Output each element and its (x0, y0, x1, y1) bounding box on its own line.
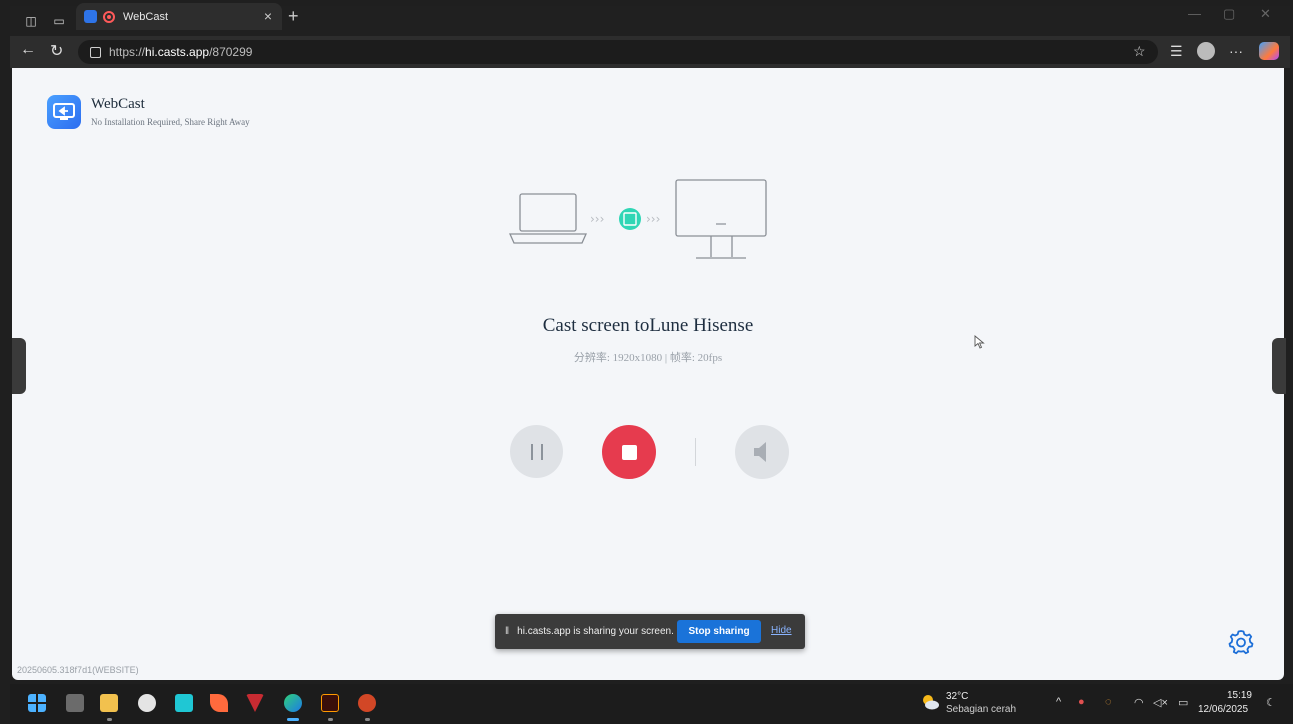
arrow-right-chevrons: ››› (646, 212, 660, 226)
illustrator-icon[interactable] (321, 694, 339, 712)
vivaldi-icon[interactable] (246, 694, 264, 712)
url-path: /870299 (209, 45, 253, 59)
cast-badge-icon (619, 208, 641, 230)
paint-icon[interactable] (138, 694, 156, 712)
tray-app-icon[interactable]: ● (1078, 696, 1085, 708)
clock-date[interactable]: 12/06/2025 (1198, 704, 1248, 715)
workspaces-icon[interactable]: ◫ (24, 14, 38, 28)
desktop-screen: ◫ ▭ WebCast × + — ▢ ✕ ← ↻ https://hi.cas… (0, 0, 1293, 724)
mouse-cursor-icon (974, 335, 985, 349)
wifi-icon[interactable]: ◠ (1134, 696, 1144, 709)
tab-webcast[interactable]: WebCast × (76, 3, 282, 30)
edge-active-indicator (287, 718, 299, 721)
refresh-icon[interactable]: ↻ (50, 41, 63, 61)
more-menu-icon[interactable]: ··· (1229, 43, 1243, 59)
right-sidebar-handle[interactable] (1272, 338, 1286, 394)
close-window-button[interactable]: ✕ (1260, 6, 1271, 22)
sharing-message: hi.casts.app is sharing your screen. (517, 626, 674, 637)
tray-sync-icon[interactable]: ◌ (1105, 696, 1112, 708)
edge-browser-icon[interactable] (284, 694, 302, 712)
controls-divider (695, 438, 696, 466)
url-host: hi.casts.app (145, 45, 210, 59)
stop-cast-button[interactable] (602, 425, 656, 479)
powerpoint-icon[interactable] (358, 694, 376, 712)
back-icon[interactable]: ← (20, 41, 36, 59)
tab-actions-icon[interactable]: ▭ (52, 14, 66, 28)
file-explorer-icon[interactable] (100, 694, 118, 712)
weather-partly-cloudy-icon[interactable] (920, 693, 940, 711)
pause-button[interactable] (510, 425, 563, 478)
powerpoint-indicator (365, 718, 370, 721)
clock-time[interactable]: 15:19 (1222, 690, 1252, 701)
url-field[interactable]: https://hi.casts.app/870299 (78, 40, 1158, 64)
webcast-logo-icon (47, 95, 81, 129)
drag-handle-icon[interactable]: ‖ (505, 626, 509, 637)
cast-target-title: Cast screen toLune Hisense (542, 315, 754, 336)
version-label: 20250605.318f7d1(WEBSITE) (17, 665, 139, 675)
cast-resolution-info: 分辨率: 1920x1080 | 帧率: 20fps (573, 352, 723, 364)
arrow-left-chevrons: ››› (590, 212, 604, 226)
copilot-icon[interactable] (1259, 42, 1279, 60)
task-view-icon[interactable] (66, 694, 84, 712)
tab-title: WebCast (123, 10, 169, 23)
lock-icon (90, 46, 101, 58)
favorites-list-icon[interactable]: ☰ (1170, 43, 1183, 60)
stop-sharing-button[interactable]: Stop sharing (677, 620, 761, 643)
pause-icon (530, 443, 533, 460)
screen-sharing-bar: ‖ hi.casts.app is sharing your screen. S… (495, 614, 805, 649)
battery-icon[interactable]: ▭ (1178, 696, 1188, 709)
tab-close-icon[interactable]: × (264, 8, 272, 24)
profile-avatar[interactable] (1197, 42, 1215, 60)
start-windows-icon[interactable] (28, 694, 46, 712)
left-sidebar-handle[interactable] (12, 338, 26, 394)
cast-illustration: ››› ››› (508, 179, 767, 259)
volume-muted-icon[interactable]: ◁× (1153, 696, 1168, 709)
brand-name: WebCast (91, 96, 145, 112)
webcast-page: WebCast No Installation Required, Share … (12, 68, 1284, 680)
volume-button[interactable] (735, 425, 789, 479)
recording-icon (103, 10, 115, 23)
file-explorer-indicator (107, 718, 112, 721)
weather-temperature[interactable]: 32°C (946, 691, 968, 702)
weather-condition[interactable]: Sebagian cerah (946, 704, 1016, 715)
minimize-button[interactable]: — (1188, 6, 1201, 21)
stop-icon (621, 444, 637, 460)
url-prefix: https:// (109, 45, 146, 59)
pause-icon-bar (540, 443, 543, 460)
favorite-star-icon[interactable]: ☆ (1133, 43, 1146, 60)
brand-tagline: No Installation Required, Share Right Aw… (91, 117, 250, 127)
windows-taskbar: 32°C Sebagian cerah ^ ● ◌ ◠ ◁× ▭ 15:19 1… (10, 684, 1293, 724)
notifications-icon[interactable]: ☾ (1266, 696, 1276, 709)
snipping-tool-icon[interactable] (175, 694, 193, 712)
webcast-favicon-icon (84, 10, 97, 23)
monitor-icon (675, 179, 767, 237)
new-tab-button[interactable]: + (288, 6, 299, 27)
laptop-icon (519, 193, 577, 232)
hide-link[interactable]: Hide (771, 625, 792, 636)
settings-gear-icon[interactable] (1228, 629, 1254, 655)
maximize-button[interactable]: ▢ (1223, 6, 1235, 22)
speaker-icon (754, 442, 766, 462)
show-hidden-icons-chevron[interactable]: ^ (1056, 696, 1061, 708)
illustrator-indicator (328, 718, 333, 721)
app-launcher-icon[interactable] (210, 694, 228, 712)
